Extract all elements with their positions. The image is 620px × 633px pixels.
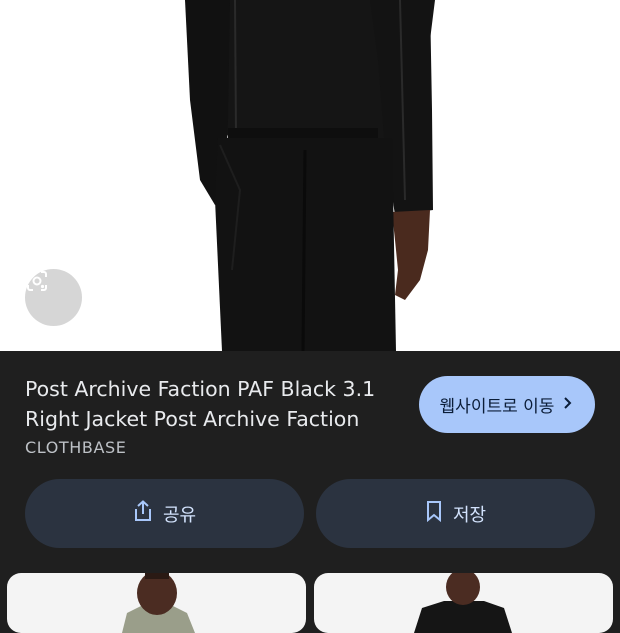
product-title[interactable]: Post Archive Faction PAF Black 3.1 Right… xyxy=(25,374,395,434)
save-label: 저장 xyxy=(452,504,487,526)
lens-search-button[interactable] xyxy=(25,269,82,326)
related-result-thumbnail[interactable] xyxy=(7,573,306,633)
bookmark-icon xyxy=(425,500,443,527)
visit-website-label: 웹사이트로 이동 xyxy=(439,397,555,417)
save-button[interactable]: 저장 xyxy=(316,479,595,548)
share-button[interactable]: 공유 xyxy=(25,479,304,548)
product-image[interactable] xyxy=(0,0,620,351)
share-icon xyxy=(133,500,153,527)
share-label: 공유 xyxy=(162,504,197,526)
model-photo xyxy=(185,0,435,351)
source-site[interactable]: CLOTHBASE xyxy=(25,438,127,457)
chevron-right-icon xyxy=(562,395,574,415)
related-image xyxy=(414,573,512,633)
result-detail-panel: Post Archive Faction PAF Black 3.1 Right… xyxy=(0,351,620,633)
related-image xyxy=(122,573,195,633)
visit-website-button[interactable]: 웹사이트로 이동 xyxy=(419,376,595,433)
related-result-thumbnail[interactable] xyxy=(314,573,613,633)
